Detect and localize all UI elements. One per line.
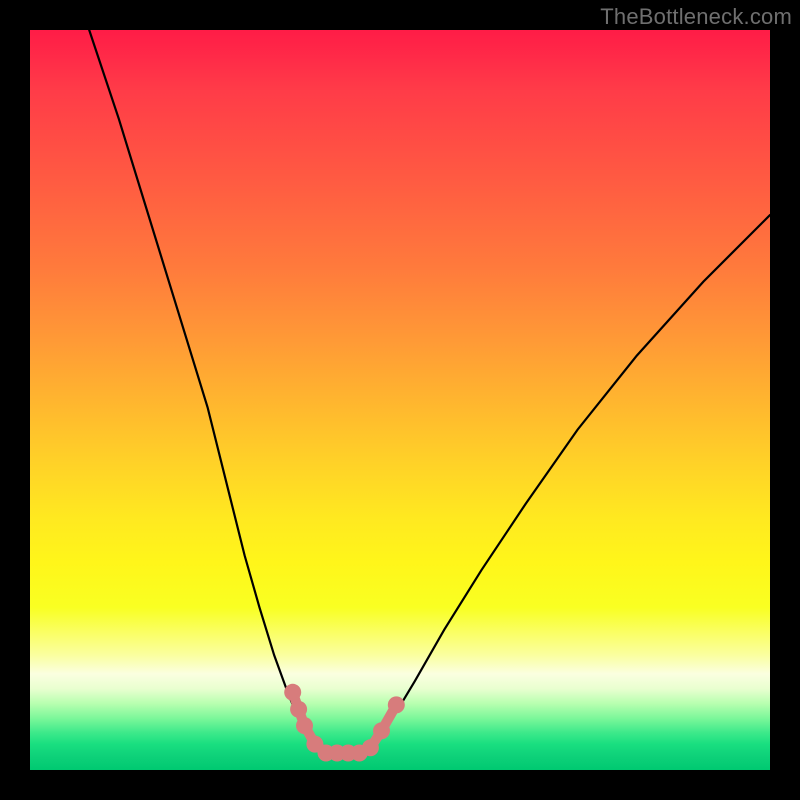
data-marker	[290, 701, 307, 718]
data-marker	[284, 684, 301, 701]
data-marker	[296, 717, 313, 734]
data-marker	[373, 722, 390, 739]
plot-area	[30, 30, 770, 770]
watermark-text: TheBottleneck.com	[600, 4, 792, 30]
data-marker	[362, 739, 379, 756]
outer-frame: TheBottleneck.com	[0, 0, 800, 800]
right-curve	[363, 215, 770, 753]
chart-svg	[30, 30, 770, 770]
left-curve	[89, 30, 322, 753]
data-marker	[388, 696, 405, 713]
